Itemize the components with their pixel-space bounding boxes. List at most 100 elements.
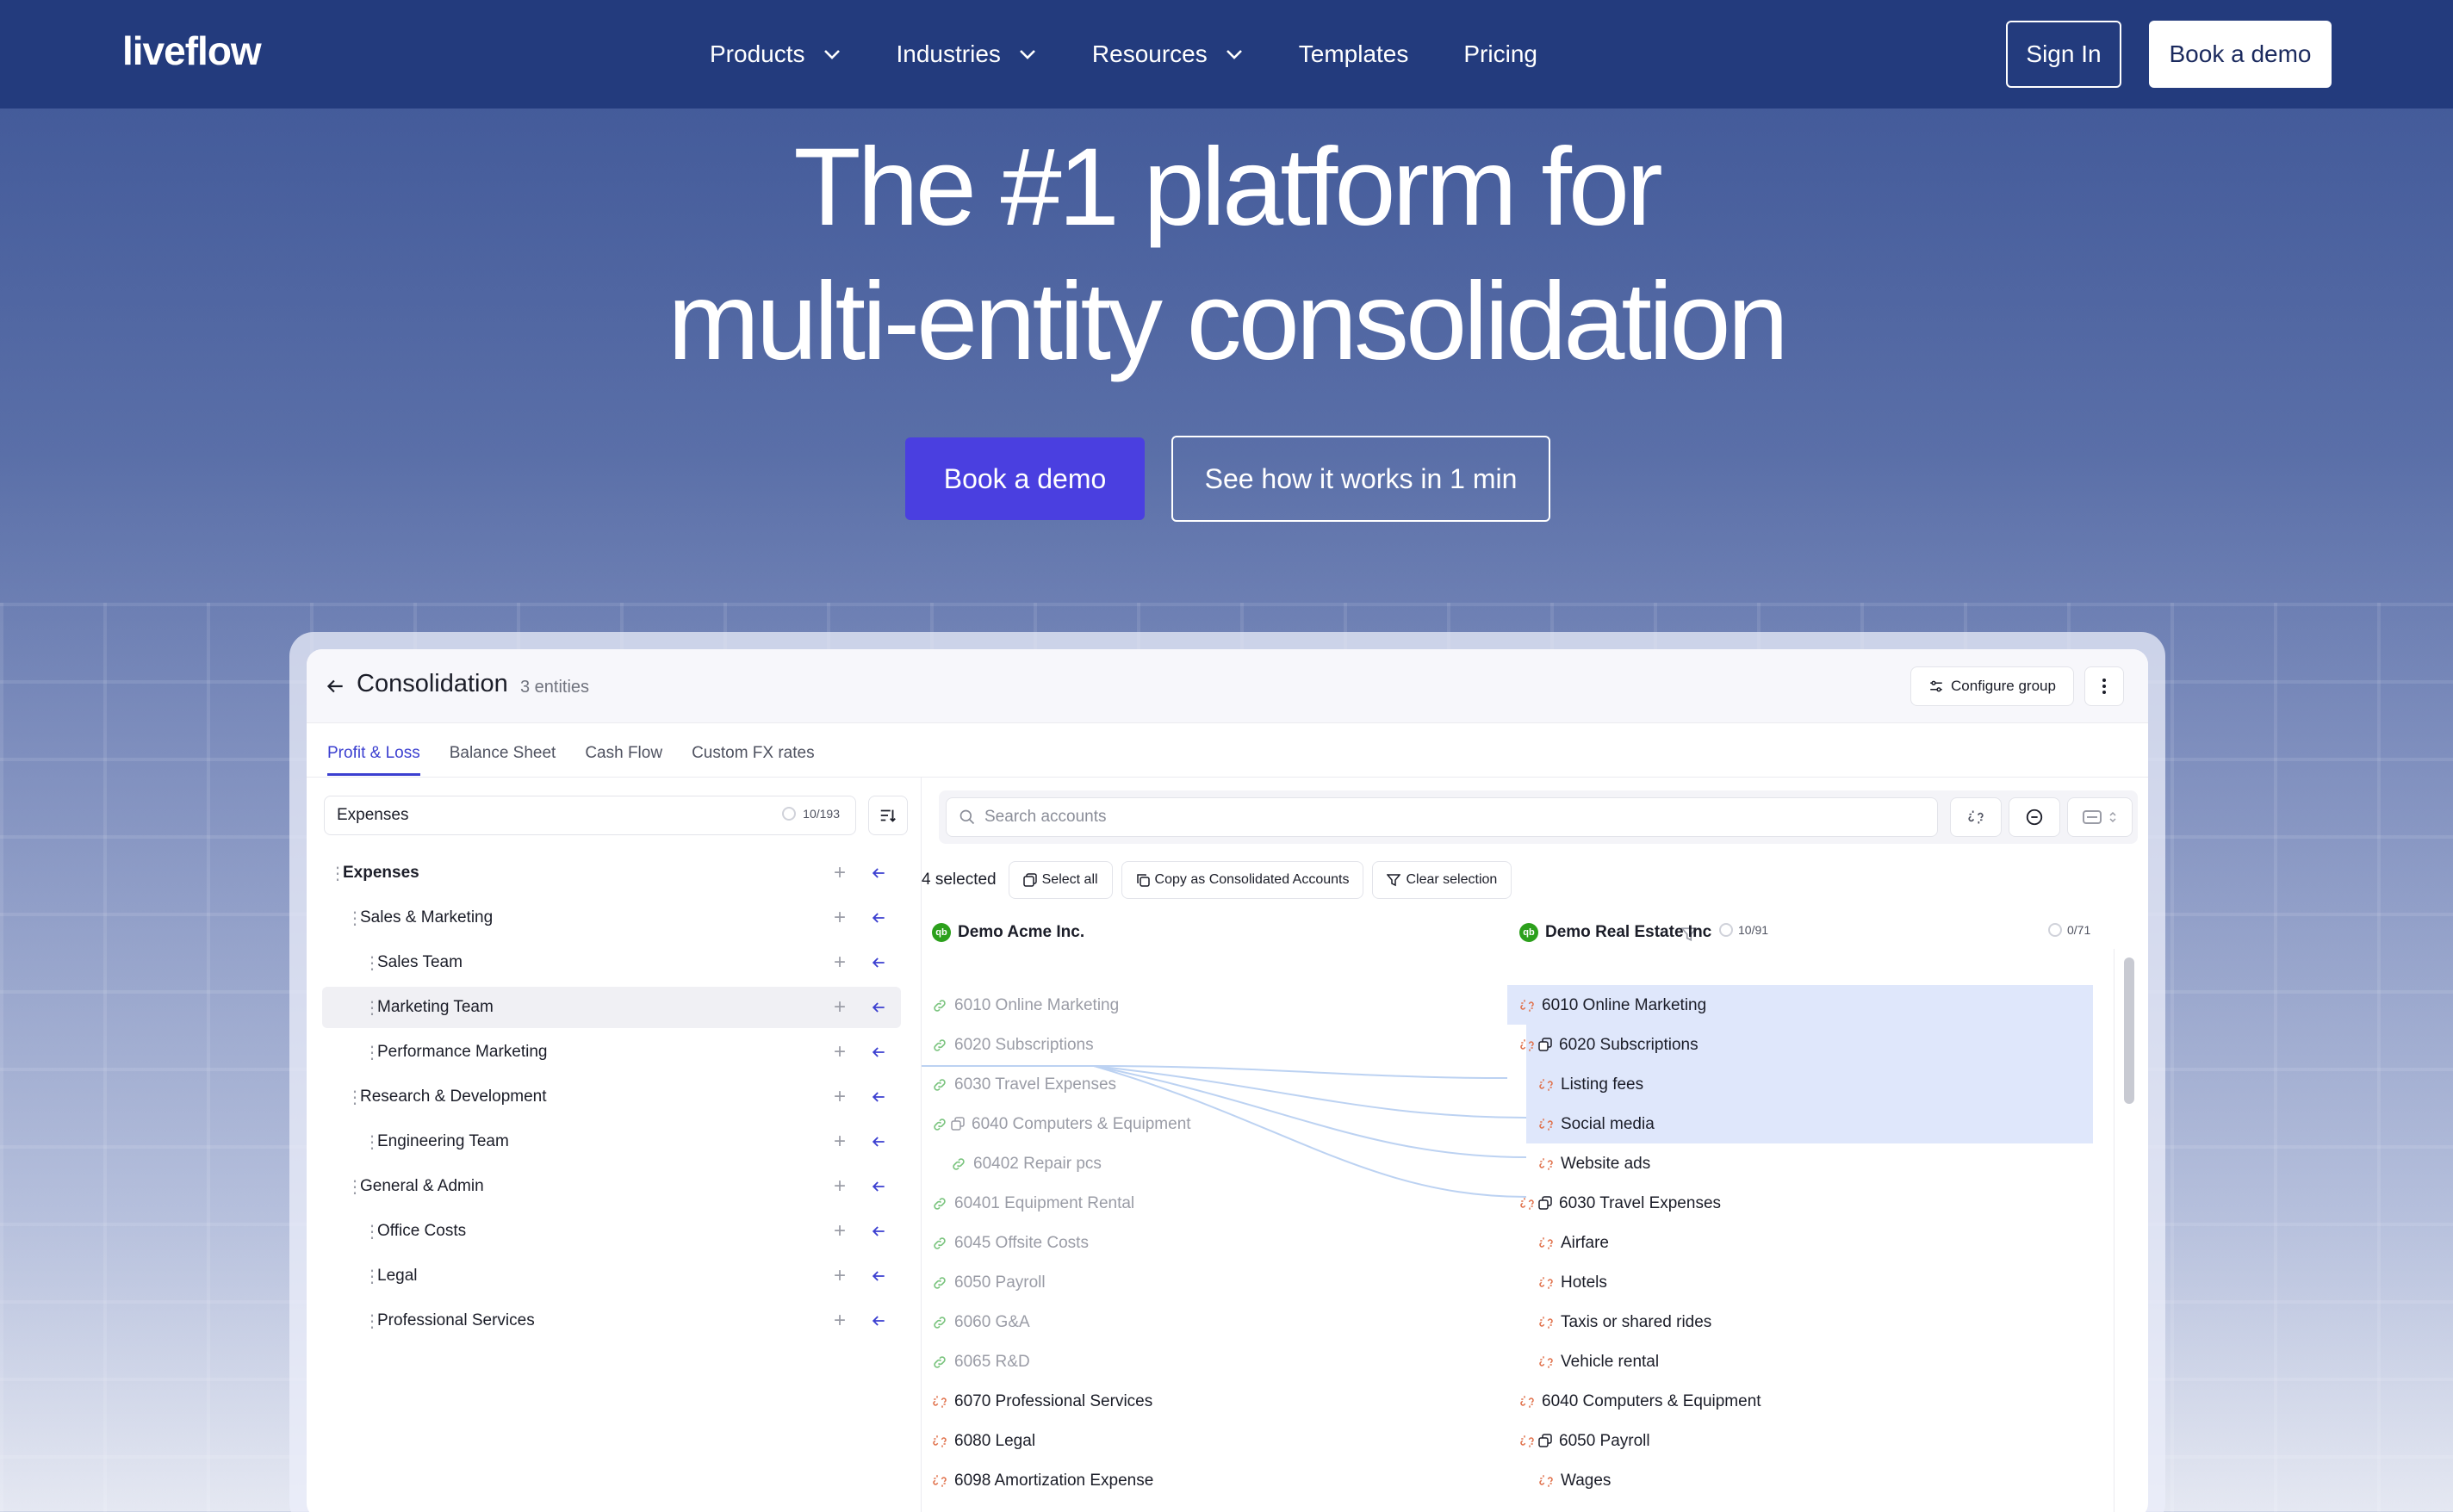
drag-handle-icon[interactable]: ⋮ xyxy=(346,908,363,929)
tree-item[interactable]: ⋮ General & Admin + xyxy=(322,1166,901,1207)
tree-item[interactable]: ⋮ Research & Development + xyxy=(322,1076,901,1118)
add-icon[interactable]: + xyxy=(834,1040,846,1064)
account-row[interactable]: 6020 Subscriptions xyxy=(932,1028,1094,1063)
drag-handle-icon[interactable]: ⋮ xyxy=(329,863,346,884)
configure-group-button[interactable]: Configure group xyxy=(1910,666,2074,706)
account-row[interactable]: 6070 Professional Services xyxy=(932,1385,1152,1419)
tree-item[interactable]: ⋮ Sales Team + xyxy=(322,942,901,983)
account-row[interactable]: 6010 Online Marketing xyxy=(932,988,1119,1023)
account-row[interactable]: 60401 Equipment Rental xyxy=(932,1187,1134,1221)
arrow-left-icon[interactable] xyxy=(870,1088,887,1106)
nav-book-demo-button[interactable]: Book a demo xyxy=(2149,21,2332,88)
arrow-left-icon[interactable] xyxy=(870,999,887,1016)
account-row[interactable]: 6045 Offsite Costs xyxy=(932,1226,1089,1261)
add-icon[interactable]: + xyxy=(834,1085,846,1109)
account-row[interactable]: 6098 Amortization Expense xyxy=(932,1464,1153,1498)
nav-link-products[interactable]: Products xyxy=(710,40,841,68)
add-icon[interactable]: + xyxy=(834,1174,846,1199)
back-arrow-icon[interactable] xyxy=(324,675,346,697)
account-row[interactable]: 6030 Travel Expenses xyxy=(1519,1187,1721,1221)
progress-ring-icon xyxy=(782,807,797,821)
tab-custom-fx-rates[interactable]: Custom FX rates xyxy=(692,744,815,776)
account-row[interactable]: 6040 Computers & Equipment xyxy=(1519,1385,1761,1419)
account-row[interactable]: 6065 R&D xyxy=(932,1345,1030,1379)
arrow-left-icon[interactable] xyxy=(870,1178,887,1195)
drag-handle-icon[interactable]: ⋮ xyxy=(346,1176,363,1198)
nav-link-resources[interactable]: Resources xyxy=(1092,40,1244,68)
account-row[interactable]: Airfare xyxy=(1538,1226,1609,1261)
tree-item[interactable]: ⋮ Professional Services + xyxy=(322,1300,901,1342)
account-row[interactable]: 6099 Depreciation Expense xyxy=(932,1503,1155,1512)
nav-link-pricing[interactable]: Pricing xyxy=(1463,40,1537,68)
add-icon[interactable]: + xyxy=(834,861,846,885)
drag-handle-icon[interactable]: ⋮ xyxy=(363,1311,381,1332)
tab-balance-sheet[interactable]: Balance Sheet xyxy=(450,744,556,776)
add-icon[interactable]: + xyxy=(834,1130,846,1154)
nav-link-industries[interactable]: Industries xyxy=(897,40,1037,68)
add-icon[interactable]: + xyxy=(834,951,846,975)
tree-item[interactable]: ⋮ Office Costs + xyxy=(322,1211,901,1252)
account-status xyxy=(932,1315,947,1330)
arrow-left-icon[interactable] xyxy=(870,909,887,926)
account-row[interactable]: 6080 Legal xyxy=(932,1424,1035,1459)
arrow-left-icon[interactable] xyxy=(870,1312,887,1329)
hero-book-demo-button[interactable]: Book a demo xyxy=(905,437,1145,520)
unlinked-icon xyxy=(1539,1356,1553,1368)
tree-item-label: General & Admin xyxy=(360,1177,484,1195)
scrollbar[interactable] xyxy=(2124,957,2134,1104)
tab-profit-loss[interactable]: Profit & Loss xyxy=(327,744,420,776)
arrow-left-icon[interactable] xyxy=(870,1133,887,1150)
tree-item[interactable]: ⋮ Performance Marketing + xyxy=(322,1032,901,1073)
account-row[interactable]: 6060 Office xyxy=(1519,1503,1643,1512)
tree-item[interactable]: ⋮ Sales & Marketing + xyxy=(322,897,901,939)
account-row[interactable]: 6060 G&A xyxy=(932,1305,1030,1340)
add-icon[interactable]: + xyxy=(834,995,846,1019)
sign-in-button[interactable]: Sign In xyxy=(2006,21,2121,88)
account-row[interactable]: 6020 Subscriptions xyxy=(1519,1028,1698,1063)
account-row[interactable]: Social media xyxy=(1538,1107,1655,1142)
unlinked-icon xyxy=(933,1475,947,1487)
drag-handle-icon[interactable]: ⋮ xyxy=(363,952,381,974)
tree-item[interactable]: ⋮ Legal + xyxy=(322,1255,901,1297)
arrow-left-icon[interactable] xyxy=(870,1267,887,1285)
more-options-button[interactable] xyxy=(2084,666,2124,706)
arrow-left-icon[interactable] xyxy=(870,1044,887,1061)
account-row[interactable]: 6050 Payroll xyxy=(932,1266,1046,1300)
drag-handle-icon[interactable]: ⋮ xyxy=(363,1042,381,1063)
tree-item-label: Engineering Team xyxy=(377,1132,509,1150)
account-row[interactable]: 6040 Computers & Equipment xyxy=(932,1107,1191,1142)
account-row[interactable]: Listing fees xyxy=(1538,1068,1643,1102)
tree-item-label: Sales & Marketing xyxy=(360,908,494,926)
tab-cash-flow[interactable]: Cash Flow xyxy=(585,744,662,776)
drag-handle-icon[interactable]: ⋮ xyxy=(363,997,381,1019)
hero-watch-video-button[interactable]: See how it works in 1 min xyxy=(1171,436,1550,522)
tree-item[interactable]: ⋮ Engineering Team + xyxy=(322,1121,901,1162)
arrow-left-icon[interactable] xyxy=(870,954,887,971)
account-row[interactable]: Website ads xyxy=(1538,1147,1650,1181)
arrow-left-icon[interactable] xyxy=(870,1223,887,1240)
account-row[interactable]: Hotels xyxy=(1538,1266,1607,1300)
account-row[interactable]: 6010 Online Marketing xyxy=(1519,988,1706,1023)
add-icon[interactable]: + xyxy=(834,1219,846,1243)
nav-link-templates[interactable]: Templates xyxy=(1299,40,1409,68)
drag-handle-icon[interactable]: ⋮ xyxy=(363,1221,381,1242)
account-label: 6010 Online Marketing xyxy=(954,996,1120,1014)
account-row[interactable]: 60402 Repair pcs xyxy=(951,1147,1102,1181)
account-row[interactable]: 6050 Payroll xyxy=(1519,1424,1650,1459)
tree-item[interactable]: ⋮ Marketing Team + xyxy=(322,987,901,1028)
account-row[interactable]: 6030 Travel Expenses xyxy=(932,1068,1116,1102)
arrow-left-icon[interactable] xyxy=(870,864,887,882)
account-row[interactable]: Vehicle rental xyxy=(1538,1345,1659,1379)
drag-handle-icon[interactable]: ⋮ xyxy=(346,1087,363,1108)
logo[interactable]: liveflow xyxy=(122,28,262,74)
add-icon[interactable]: + xyxy=(834,1309,846,1333)
group-filter-input[interactable]: Expenses 10/193 xyxy=(324,796,856,835)
sort-button[interactable] xyxy=(868,796,908,835)
account-row[interactable]: Wages xyxy=(1538,1464,1611,1498)
add-icon[interactable]: + xyxy=(834,906,846,930)
drag-handle-icon[interactable]: ⋮ xyxy=(363,1266,381,1287)
drag-handle-icon[interactable]: ⋮ xyxy=(363,1131,381,1153)
account-row[interactable]: Taxis or shared rides xyxy=(1538,1305,1711,1340)
tree-item[interactable]: ⋮ Expenses + xyxy=(322,852,901,894)
add-icon[interactable]: + xyxy=(834,1264,846,1288)
